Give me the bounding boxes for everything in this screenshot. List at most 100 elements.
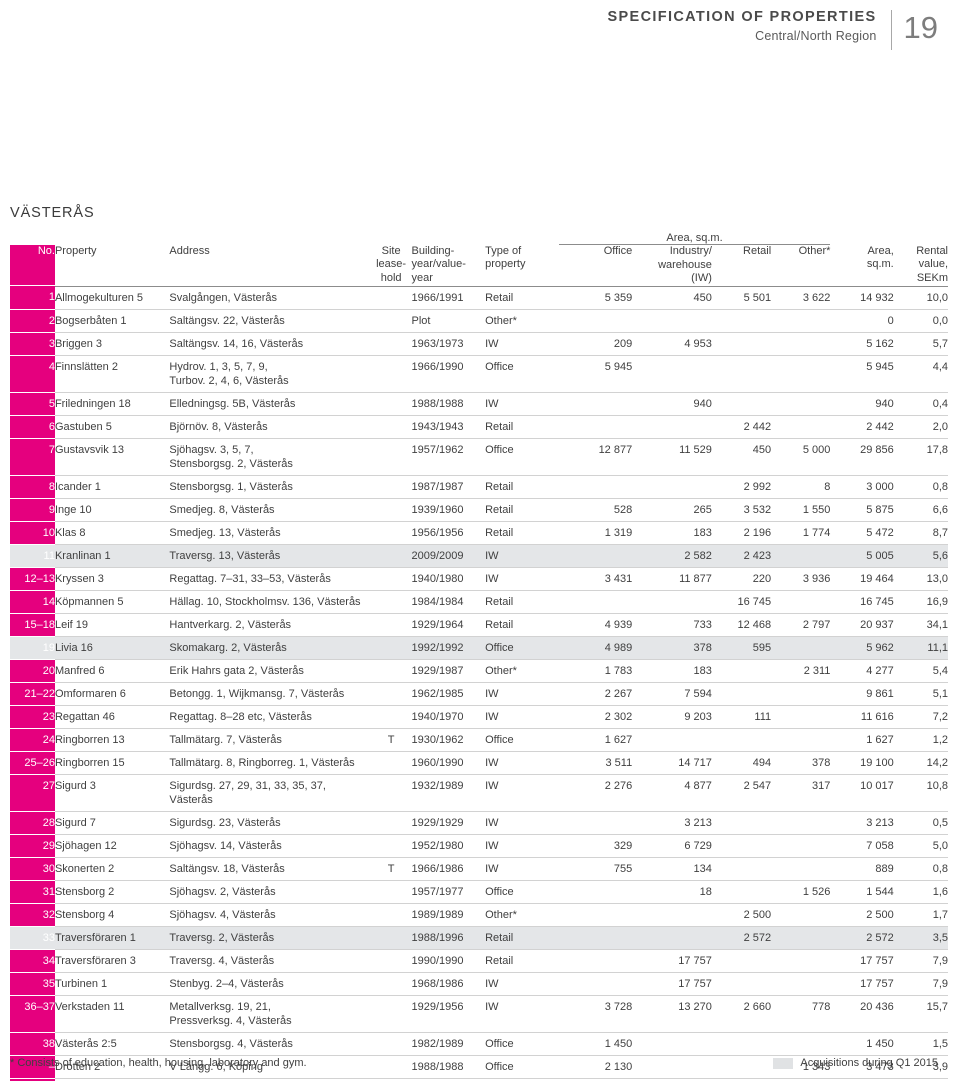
cell-address: Svalgången, Västerås: [169, 286, 371, 310]
cell-iw: [632, 1055, 712, 1079]
cell-no: 29: [10, 834, 55, 858]
cell-office: 1 783: [558, 659, 633, 683]
cell-other: 317: [771, 774, 831, 812]
cell-site-leasehold: T: [370, 728, 412, 752]
table-row: 8 Icander 1 Stensborgsg. 1, Västerås 1987/1…: [10, 475, 948, 499]
col-header-iw-line3: (IW): [691, 272, 712, 284]
cell-office: 4 989: [558, 636, 633, 660]
table-row: 23 Regattan 46 Regattag. 8–28 etc, Västerå…: [10, 705, 948, 729]
cell-rental-value: 0,5: [893, 811, 948, 835]
cell-office: 1 450: [558, 1032, 633, 1056]
address-line-2: Stensborgsg. 2, Västerås: [169, 457, 293, 470]
col-header-building-year: Building- year/value- year: [412, 245, 486, 286]
table-row: 33 Traversföraren 1 Traversg. 2, Västerås 1…: [10, 926, 948, 950]
cell-property: Finnslätten 2: [54, 355, 170, 393]
col-header-retail: Retail: [712, 245, 771, 286]
col-header-site-line1: Site: [381, 244, 401, 257]
cell-area: 5 962: [830, 636, 894, 660]
table-row: 10 Klas 8 Smedjeg. 13, Västerås 1956/1956 Re…: [10, 521, 948, 545]
cell-area: 16 745: [830, 590, 894, 614]
spacer-cell: [10, 232, 559, 245]
cell-no: 33: [10, 926, 55, 950]
cell-building-year: Plot: [411, 309, 486, 333]
cell-other: [771, 857, 831, 881]
cell-other: [771, 355, 831, 393]
area-group-label: Area, sq.m.: [558, 232, 831, 245]
col-header-office: Office: [559, 245, 633, 286]
cell-no: 34: [10, 949, 55, 973]
address-line-1: Sjöhagsv. 3, 5, 7,: [169, 443, 254, 456]
cell-address: Hällag. 10, Stockholmsv. 136, Västerås: [169, 590, 371, 614]
cell-building-year: 1960/1990: [411, 751, 486, 775]
cell-office: 209: [558, 332, 633, 356]
cell-retail: [711, 972, 772, 996]
cell-office: 3 728: [558, 995, 633, 1033]
cell-no: 23: [10, 705, 55, 729]
cell-retail: 111: [711, 705, 772, 729]
cell-site-leasehold: [370, 880, 412, 904]
cell-area: 4 277: [830, 659, 894, 683]
cell-rental-value: 7,9: [893, 949, 948, 973]
cell-type-of-property: IW: [485, 857, 559, 881]
cell-address: Stensborgsg. 4, Västerås: [169, 1032, 371, 1056]
cell-office: 3 511: [558, 751, 633, 775]
cell-area: 20 436: [830, 995, 894, 1033]
cell-no: 10: [10, 521, 55, 545]
cell-address: Skomakarg. 2, Västerås: [169, 636, 371, 660]
cell-retail: [711, 392, 772, 416]
cell-office: 5 359: [558, 286, 633, 310]
cell-retail: 220: [711, 567, 772, 591]
cell-building-year: 1952/1980: [411, 834, 486, 858]
cell-no: 35: [10, 972, 55, 996]
cell-no: 9: [10, 498, 55, 522]
cell-iw: [632, 475, 712, 499]
cell-other: [771, 590, 831, 614]
cell-type-of-property: IW: [485, 995, 559, 1033]
cell-retail: 3 532: [711, 498, 772, 522]
col-header-rental-line1: Rental: [916, 244, 948, 257]
cell-property: Stensborg 2: [54, 880, 170, 904]
cell-office: [558, 949, 633, 973]
cell-retail: [711, 834, 772, 858]
cell-office: 2 302: [558, 705, 633, 729]
table-row: 4 Finnslätten 2 Hydrov. 1, 3, 5, 7, 9, Turb…: [10, 355, 948, 393]
cell-rental-value: 1,7: [893, 903, 948, 927]
cell-office: [558, 309, 633, 333]
cell-other: [771, 682, 831, 706]
table-row: 20 Manfred 6 Erik Hahrs gata 2, Västerås 19…: [10, 659, 948, 683]
cell-area: 5 005: [830, 544, 894, 568]
cell-retail: [711, 811, 772, 835]
cell-property: Kryssen 3: [54, 567, 170, 591]
cell-iw: 4 877: [632, 774, 712, 812]
col-header-area-line3: sq.m.: [866, 258, 894, 270]
cell-type-of-property: Office: [485, 355, 559, 393]
cell-type-of-property: Retail: [485, 475, 559, 499]
cell-building-year: 1966/1991: [411, 286, 486, 310]
cell-iw: 134: [632, 857, 712, 881]
cell-other: [771, 1032, 831, 1056]
cell-address: Regattag. 7–31, 33–53, Västerås: [169, 567, 371, 591]
cell-other: 1 550: [771, 498, 831, 522]
cell-no: 20: [10, 659, 55, 683]
cell-iw: 183: [632, 659, 712, 683]
cell-site-leasehold: [370, 498, 412, 522]
cell-address: Björnöv. 8, Västerås: [169, 415, 371, 439]
cell-property: Bogserbåten 1: [54, 309, 170, 333]
cell-type-of-property: Retail: [485, 415, 559, 439]
cell-no: 24: [10, 728, 55, 752]
cell-no: 27: [10, 774, 55, 812]
column-header-row: No. Property Address Site lease- hold Bu: [10, 244, 948, 286]
cell-area: 17 757: [830, 972, 894, 996]
cell-no: 12–13: [10, 567, 55, 591]
cell-retail: 494: [711, 751, 772, 775]
cell-retail: 2 660: [711, 995, 772, 1033]
cell-other: [771, 332, 831, 356]
cell-no: 19: [10, 636, 55, 660]
cell-office: [558, 392, 633, 416]
cell-iw: 3 213: [632, 811, 712, 835]
cell-building-year: 1929/1956: [411, 995, 486, 1033]
cell-iw: [632, 355, 712, 393]
cell-type-of-property: IW: [485, 834, 559, 858]
cell-building-year: 2009/2009: [411, 544, 486, 568]
cell-site-leasehold: [370, 438, 412, 476]
